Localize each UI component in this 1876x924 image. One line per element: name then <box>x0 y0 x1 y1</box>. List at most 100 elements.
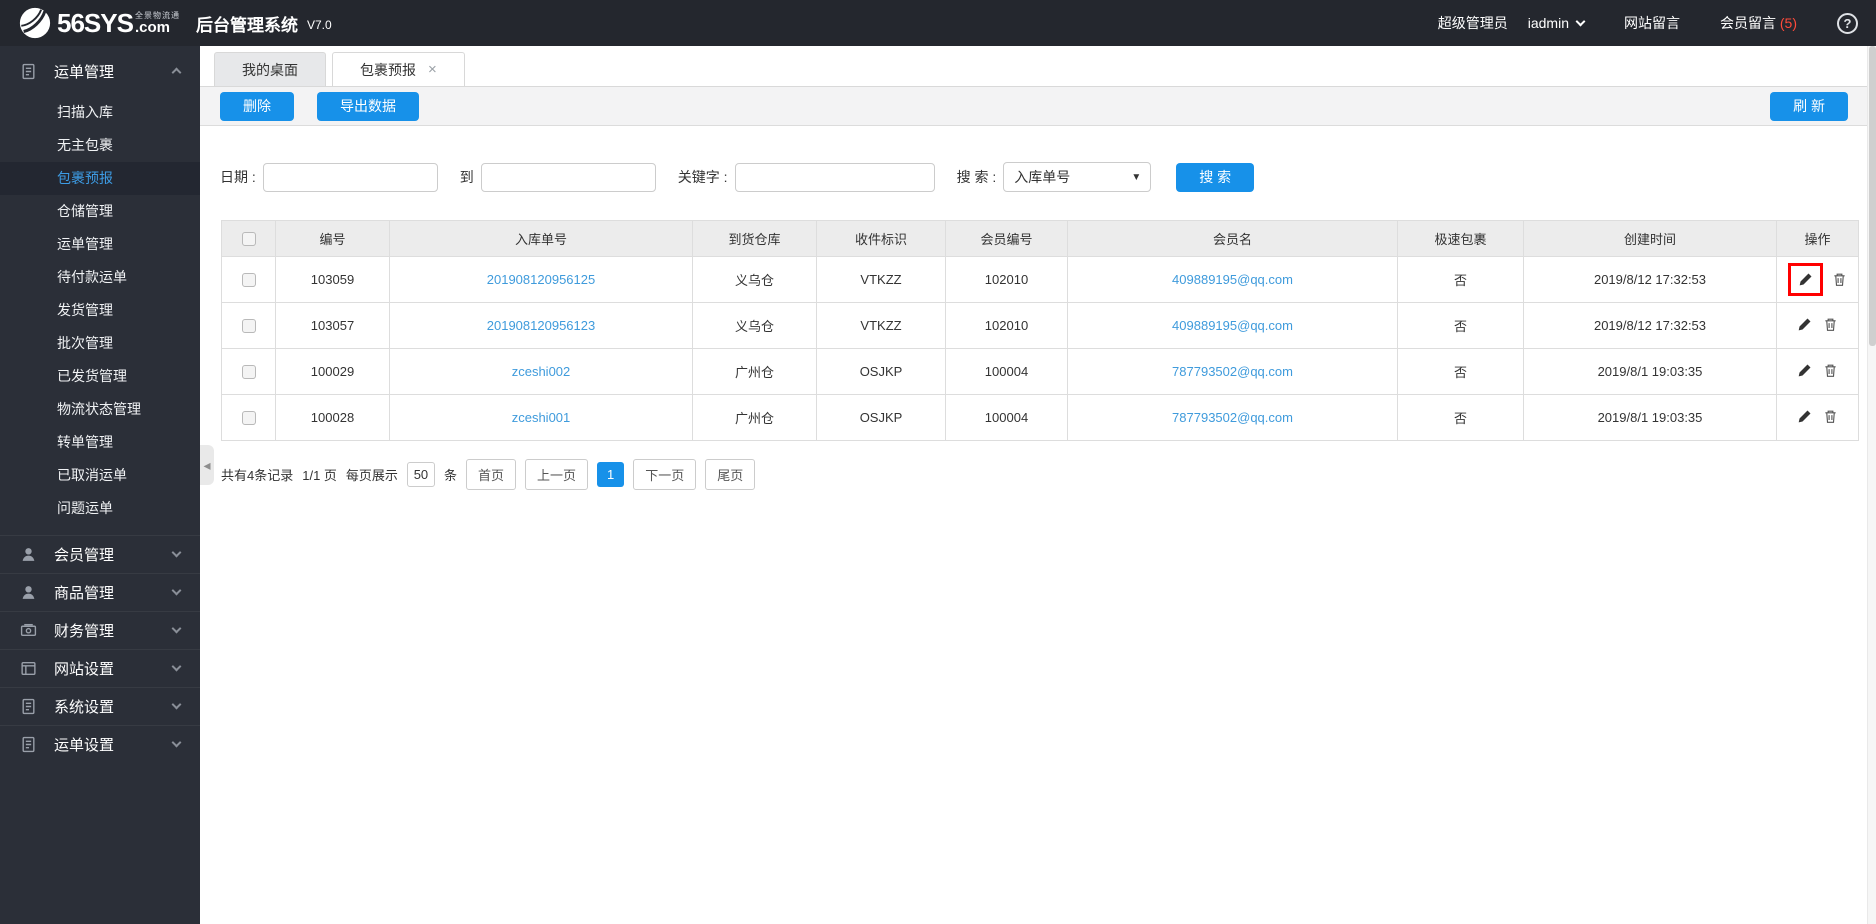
cell-member-no: 100004 <box>945 348 1068 395</box>
member-messages-link[interactable]: 会员留言 (5) <box>1720 13 1797 33</box>
user-icon <box>22 586 35 599</box>
export-data-button[interactable]: 导出数据 <box>317 91 419 121</box>
member-name-link[interactable]: 409889195@qq.com <box>1172 272 1293 287</box>
scrollbar-thumb[interactable] <box>1869 46 1876 346</box>
sidebar-group-product-management[interactable]: 商品管理 <box>0 573 200 611</box>
header-warehouse: 到货仓库 <box>692 220 817 257</box>
chevron-down-icon <box>171 737 182 748</box>
sidebar-item-transfer-management[interactable]: 转单管理 <box>0 426 200 459</box>
edit-icon[interactable] <box>1797 409 1812 424</box>
member-name-link[interactable]: 409889195@qq.com <box>1172 318 1293 333</box>
sidebar-group-label: 运单管理 <box>54 63 115 81</box>
sidebar-item-logistics-status[interactable]: 物流状态管理 <box>0 393 200 426</box>
chevron-down-icon <box>1575 16 1586 26</box>
chevron-down-icon <box>171 585 182 596</box>
tab-package-forecast[interactable]: 包裹预报 × <box>332 52 465 86</box>
sidebar-group-label: 会员管理 <box>54 547 115 564</box>
sidebar-item-batch-management[interactable]: 批次管理 <box>0 327 200 360</box>
per-page-input[interactable]: 50 <box>406 462 435 487</box>
main-content: 我的桌面 包裹预报 × 删除 导出数据 刷 新 日期 : 到 关键字 : 搜 索… <box>200 46 1876 924</box>
first-page-button[interactable]: 首页 <box>465 459 516 490</box>
trash-icon[interactable] <box>1823 409 1838 424</box>
sidebar-group-waybill-management[interactable]: 运单管理 <box>0 52 200 90</box>
trash-icon[interactable] <box>1823 317 1838 332</box>
logo-globe-icon <box>19 7 51 39</box>
next-page-button[interactable]: 下一页 <box>633 459 697 490</box>
toolbar: 删除 导出数据 刷 新 <box>200 87 1876 126</box>
sidebar-item-shipped-management[interactable]: 已发货管理 <box>0 360 200 393</box>
cell-created: 2019/8/1 19:03:35 <box>1523 394 1777 441</box>
page-info: 1/1 页 <box>302 468 337 483</box>
site-messages-link[interactable]: 网站留言 <box>1624 13 1680 33</box>
member-name-link[interactable]: 787793502@qq.com <box>1172 410 1293 425</box>
doc-icon <box>22 698 35 715</box>
chevron-down-icon <box>171 661 182 672</box>
cell-express: 否 <box>1397 348 1524 395</box>
inbound-no-link[interactable]: 201908120956125 <box>487 272 595 287</box>
cell-recipient-tag: VTKZZ <box>816 302 946 349</box>
sidebar-item-pending-payment[interactable]: 待付款运单 <box>0 261 200 294</box>
help-icon[interactable]: ? <box>1837 12 1858 34</box>
scrollbar[interactable] <box>1867 46 1876 924</box>
per-page-prefix: 每页展示 <box>345 468 398 483</box>
keyword-input[interactable] <box>734 162 935 192</box>
row-checkbox[interactable] <box>241 273 256 288</box>
sidebar-item-package-forecast[interactable]: 包裹预报 <box>0 162 200 195</box>
trash-icon[interactable] <box>1823 363 1838 378</box>
search-type-select[interactable]: 入库单号 ▼ <box>1003 162 1152 192</box>
tab-my-desktop[interactable]: 我的桌面 <box>214 52 326 86</box>
delete-button[interactable]: 删除 <box>220 91 294 121</box>
current-page-button[interactable]: 1 <box>596 462 625 487</box>
logo: 56SYS 全景物流通 .com <box>18 6 180 40</box>
sidebar-group-member-management[interactable]: 会员管理 <box>0 535 200 573</box>
row-checkbox[interactable] <box>241 319 256 334</box>
edit-icon[interactable] <box>1797 363 1812 378</box>
sidebar-group-label: 系统设置 <box>54 699 115 716</box>
sidebar-item-unclaimed-packages[interactable]: 无主包裹 <box>0 129 200 162</box>
inbound-no-link[interactable]: 201908120956123 <box>487 318 595 333</box>
sidebar-item-shipping-management[interactable]: 发货管理 <box>0 294 200 327</box>
sidebar-item-cancelled-waybills[interactable]: 已取消运单 <box>0 459 200 492</box>
search-button[interactable]: 搜 索 <box>1176 162 1255 192</box>
prev-page-button[interactable]: 上一页 <box>524 459 588 490</box>
date-from-input[interactable] <box>262 162 438 192</box>
sidebar-group-waybill-settings[interactable]: 运单设置 <box>0 725 200 763</box>
user-menu[interactable]: iadmin <box>1528 15 1586 31</box>
sidebar-group-label: 财务管理 <box>54 623 115 640</box>
row-checkbox[interactable] <box>241 365 256 380</box>
cell-created: 2019/8/12 17:32:53 <box>1523 302 1777 349</box>
per-page-suffix: 条 <box>443 468 457 483</box>
sidebar-group-system-settings[interactable]: 系统设置 <box>0 687 200 725</box>
refresh-button[interactable]: 刷 新 <box>1770 91 1848 121</box>
table-row: 100028 zceshi001 广州仓 OSJKP 100004 787793… <box>221 394 1859 441</box>
pagination: 共有4条记录 1/1 页 每页展示 50 条 首页 上一页 1 下一页 尾页 <box>221 459 1876 490</box>
inbound-no-link[interactable]: zceshi001 <box>512 410 571 425</box>
cell-recipient-tag: OSJKP <box>816 348 946 395</box>
row-checkbox[interactable] <box>241 411 256 426</box>
inbound-no-link[interactable]: zceshi002 <box>512 364 571 379</box>
sidebar-group-label: 网站设置 <box>54 661 115 678</box>
sidebar-item-warehouse-management[interactable]: 仓储管理 <box>0 195 200 228</box>
select-all-checkbox[interactable] <box>241 232 256 247</box>
edit-icon[interactable] <box>1798 272 1813 287</box>
edit-icon[interactable] <box>1797 317 1812 332</box>
date-to-input[interactable] <box>480 162 656 192</box>
cell-warehouse: 广州仓 <box>692 348 817 395</box>
sidebar-item-problem-waybills[interactable]: 问题运单 <box>0 492 200 525</box>
cell-warehouse: 广州仓 <box>692 394 817 441</box>
sidebar-item-waybill-management[interactable]: 运单管理 <box>0 228 200 261</box>
sidebar-collapse-handle[interactable]: ◂ <box>200 445 214 485</box>
browser-icon <box>21 661 36 676</box>
money-icon <box>20 623 37 636</box>
member-name-link[interactable]: 787793502@qq.com <box>1172 364 1293 379</box>
close-tab-icon[interactable]: × <box>428 61 437 78</box>
sidebar-item-scan-inbound[interactable]: 扫描入库 <box>0 96 200 129</box>
last-page-button[interactable]: 尾页 <box>705 459 756 490</box>
trash-icon[interactable] <box>1832 272 1847 287</box>
cell-express: 否 <box>1397 256 1524 303</box>
header-express: 极速包裹 <box>1397 220 1524 257</box>
app-version: V7.0 <box>306 17 332 32</box>
sidebar-group-finance-management[interactable]: 财务管理 <box>0 611 200 649</box>
cell-recipient-tag: OSJKP <box>816 394 946 441</box>
sidebar-group-website-settings[interactable]: 网站设置 <box>0 649 200 687</box>
